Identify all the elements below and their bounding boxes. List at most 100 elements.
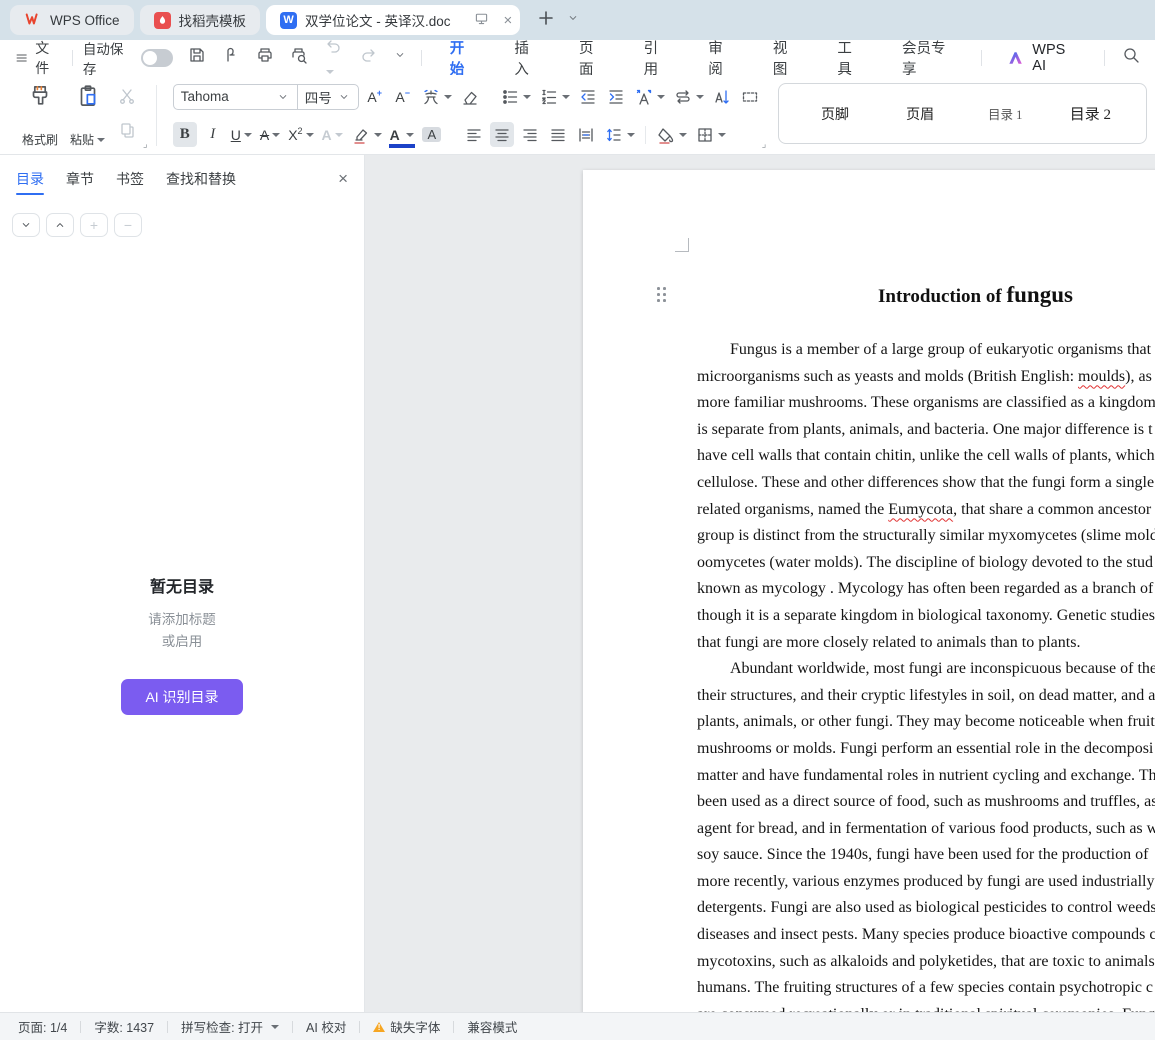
copy-button[interactable] — [117, 120, 137, 145]
character-shading-button[interactable]: A — [420, 122, 444, 147]
decrease-indent-button[interactable] — [576, 84, 600, 109]
text-tool-button[interactable] — [419, 84, 454, 109]
shading-button[interactable] — [654, 122, 689, 147]
cjk-layout-button[interactable] — [671, 84, 706, 109]
increase-indent-button[interactable] — [604, 84, 628, 109]
distribute-button[interactable] — [574, 122, 598, 147]
tab-grid-button[interactable] — [738, 84, 762, 109]
doc-text-line[interactable]: mushrooms or molds. Fungi perform an ess… — [697, 736, 1155, 763]
doc-text-line[interactable]: related organisms, named the Eumycota, t… — [697, 497, 1155, 524]
toolbar-more-chevron-icon[interactable] — [393, 48, 407, 67]
line-spacing-button[interactable] — [602, 122, 637, 147]
doc-text-line[interactable]: diseases and insect pests. Many species … — [697, 922, 1155, 949]
outline-expand-button[interactable]: + — [80, 213, 108, 237]
doc-text-line[interactable]: plants, animals, or other fungi. They ma… — [697, 709, 1155, 736]
doc-text-line[interactable]: been used as a direct source of food, su… — [697, 789, 1155, 816]
search-button[interactable] — [1121, 45, 1141, 70]
sidebar-tab[interactable]: 书签 — [116, 169, 144, 195]
style-preview-item[interactable]: 页脚 — [813, 104, 856, 124]
doc-text-line[interactable]: known as mycology . Mycology has often b… — [697, 576, 1155, 603]
text-effects-button[interactable]: A — [320, 122, 345, 147]
doc-text-line[interactable]: their structures, and their cryptic life… — [697, 683, 1155, 710]
align-center-button[interactable] — [489, 122, 514, 147]
outline-collapse-button[interactable]: − — [114, 213, 142, 237]
tab-docer-templates[interactable]: 找稻壳模板 — [139, 5, 261, 35]
doc-body[interactable]: Fungus is a member of a large group of e… — [583, 337, 1155, 1012]
save-button[interactable] — [187, 45, 207, 70]
close-tab-icon[interactable]: × — [504, 12, 513, 29]
outline-next-button[interactable] — [12, 213, 40, 237]
doc-text-line[interactable]: humans. The fruiting structures of a few… — [697, 975, 1155, 1002]
doc-text-line[interactable]: have cell walls that contain chitin, unl… — [697, 443, 1155, 470]
new-tab-button[interactable] — [536, 8, 556, 33]
autosave-toggle[interactable] — [140, 48, 174, 67]
doc-text-line[interactable]: more recently, various enzymes produced … — [697, 869, 1155, 896]
character-scale-button[interactable] — [632, 84, 667, 109]
style-preview-item[interactable]: 目录 1 — [984, 104, 1027, 123]
status-item[interactable]: AI 校对 — [293, 1017, 359, 1036]
doc-text-line[interactable]: though it is a separate kingdom in biolo… — [697, 603, 1155, 630]
paragraph-drag-handle-icon[interactable] — [657, 287, 667, 303]
doc-text-line[interactable]: Fungus is a member of a large group of e… — [697, 337, 1155, 364]
font-name-select[interactable]: Tahoma — [174, 84, 298, 109]
borders-button[interactable] — [693, 122, 728, 147]
close-sidebar-icon[interactable]: × — [338, 169, 348, 189]
bold-button[interactable]: B — [172, 122, 197, 147]
tab-list-chevron-icon[interactable] — [566, 11, 580, 30]
tab-wps-office[interactable]: WPS Office — [10, 5, 134, 35]
doc-text-line[interactable]: agent for bread, and in fermentation of … — [697, 816, 1155, 843]
doc-text-line[interactable]: matter and have fundamental roles in nut… — [697, 763, 1155, 790]
doc-text-line[interactable]: more familiar mushrooms. These organisms… — [697, 390, 1155, 417]
wps-ai-button[interactable]: WPS AI — [1006, 42, 1080, 74]
clear-format-button[interactable] — [458, 84, 482, 109]
undo-button[interactable] — [323, 36, 345, 79]
doc-text-line[interactable]: microorganisms such as yeasts and molds … — [697, 364, 1155, 391]
status-item[interactable]: 拼写检查: 打开 — [168, 1017, 292, 1036]
print-preview-button[interactable] — [289, 45, 309, 70]
doc-text-line[interactable]: oomycetes (water molds). The discipline … — [697, 550, 1155, 577]
format-painter-button[interactable]: 格式刷 — [16, 81, 64, 150]
file-menu-button[interactable]: 文件 — [14, 38, 62, 78]
font-color-button[interactable]: A — [388, 122, 416, 148]
outline-prev-button[interactable] — [46, 213, 74, 237]
align-right-button[interactable] — [518, 122, 542, 147]
export-pdf-button[interactable] — [221, 45, 241, 70]
doc-text-line[interactable]: cellulose. These and other differences s… — [697, 470, 1155, 497]
paste-button[interactable]: 粘贴 — [64, 81, 111, 150]
doc-text-line[interactable]: mycotoxins, such as alkaloids and polyke… — [697, 949, 1155, 976]
justify-button[interactable] — [546, 122, 570, 147]
underline-button[interactable]: U — [229, 122, 254, 147]
doc-text-line[interactable]: that fungi are more closely related to a… — [697, 630, 1155, 657]
status-item[interactable]: 缺失字体 — [360, 1017, 453, 1036]
align-left-button[interactable] — [462, 122, 486, 147]
style-preview-item[interactable]: 目录 2 — [1069, 103, 1112, 124]
bullet-list-button[interactable] — [498, 84, 533, 109]
doc-text-line[interactable]: soy sauce. Since the 1940s, fungi have b… — [697, 842, 1155, 869]
increase-font-button[interactable]: A + — [363, 84, 387, 109]
sidebar-tab[interactable]: 目录 — [16, 169, 44, 195]
doc-text-line[interactable]: group is distinct from the structurally … — [697, 523, 1155, 550]
doc-text-line[interactable]: Abundant worldwide, most fungi are incon… — [697, 656, 1155, 683]
doc-text-line[interactable]: is separate from plants, animals, and ba… — [697, 417, 1155, 444]
document-page[interactable]: Introduction of fungus Fungus is a membe… — [583, 170, 1155, 1012]
font-paragraph-dialog-launcher[interactable]: ⌟ — [762, 139, 767, 150]
font-size-select[interactable]: 四号 — [298, 85, 358, 109]
status-item[interactable]: 字数: 1437 — [81, 1017, 167, 1036]
split-window-icon[interactable] — [473, 10, 490, 30]
decrease-font-button[interactable]: A − — [391, 84, 415, 109]
cut-button[interactable] — [117, 86, 137, 111]
italic-button[interactable]: I — [201, 122, 225, 147]
style-preview-item[interactable]: 页眉 — [899, 104, 942, 124]
highlight-color-button[interactable] — [349, 122, 384, 147]
status-item[interactable]: 兼容模式 — [454, 1017, 530, 1036]
doc-text-line[interactable]: are consumed recreationally or in tradit… — [697, 1002, 1155, 1012]
doc-text-line[interactable]: detergents. Fungi are also used as biolo… — [697, 895, 1155, 922]
sort-button[interactable] — [710, 84, 734, 109]
strikethrough-button[interactable]: A — [258, 122, 282, 147]
superscript-button[interactable]: X2 — [286, 122, 315, 147]
print-button[interactable] — [255, 45, 275, 70]
ai-recognize-toc-button[interactable]: AI 识别目录 — [121, 679, 243, 715]
clipboard-dialog-launcher[interactable]: ⌟ — [143, 139, 148, 150]
status-item[interactable]: 页面: 1/4 — [16, 1017, 80, 1036]
sidebar-tab[interactable]: 章节 — [66, 169, 94, 195]
